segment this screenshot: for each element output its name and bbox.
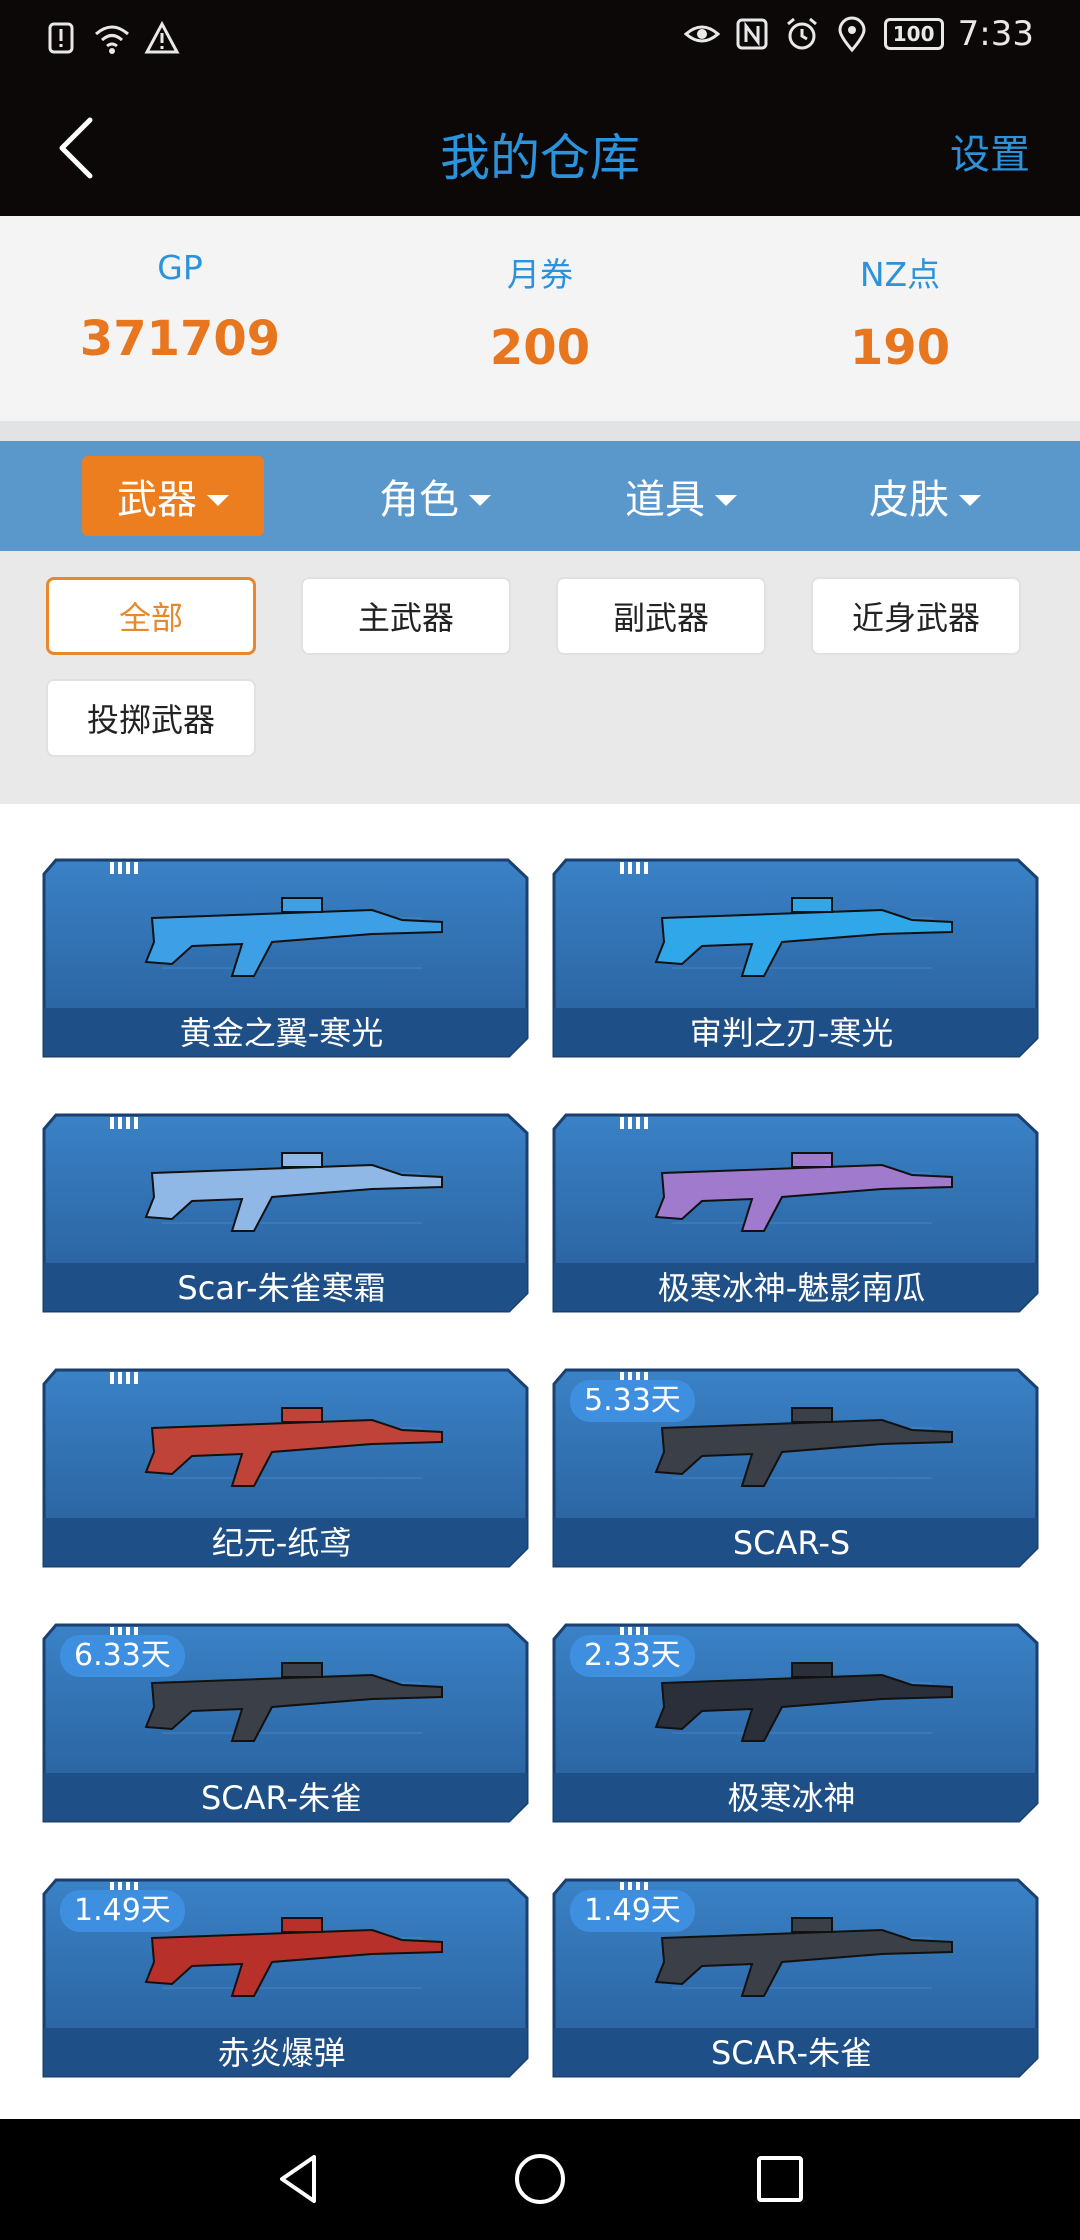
battery-icon: 100 xyxy=(883,18,944,50)
caret-down-icon xyxy=(959,494,981,506)
weapon-image xyxy=(144,1407,443,1487)
item-card[interactable]: 2.33天极寒冰神 xyxy=(552,1623,1039,1823)
stat-label: NZ点 xyxy=(859,255,941,294)
item-name: 黄金之翼-寒光 xyxy=(179,1014,384,1052)
status-left-icons xyxy=(44,18,180,58)
tab-label: 皮肤 xyxy=(869,477,949,523)
status-bar: 100 7:33 xyxy=(0,0,1080,80)
stat-nz-points: NZ点 190 xyxy=(720,216,1080,421)
item-grid: 黄金之翼-寒光 审判之刃-寒光 Scar-朱雀寒霜 极寒冰神-魅影南瓜纪元-纸鸢 5.3… xyxy=(0,804,1080,2119)
stat-label: 月券 xyxy=(507,255,573,294)
warning-icon xyxy=(144,20,180,54)
home-circle-icon[interactable] xyxy=(508,2147,572,2211)
alarm-icon xyxy=(786,17,817,50)
filter-primary[interactable]: 主武器 xyxy=(301,577,511,655)
page-title: 我的仓库 xyxy=(440,129,640,187)
stat-gp: GP 371709 xyxy=(0,216,360,421)
tab-label: 角色 xyxy=(379,477,459,523)
item-name: 赤炎爆弹 xyxy=(217,2034,346,2072)
caret-down-icon xyxy=(715,494,737,506)
currency-stats: GP 371709 月券 200 NZ点 190 xyxy=(0,216,1080,421)
recents-square-icon[interactable] xyxy=(748,2147,812,2211)
weapon-filters: 全部 主武器 副武器 近身武器 投掷武器 xyxy=(0,551,1080,804)
item-card[interactable]: 纪元-纸鸢 xyxy=(42,1368,529,1568)
caret-down-icon xyxy=(469,494,491,506)
tab-label: 武器 xyxy=(117,477,197,523)
nfc-icon xyxy=(736,18,768,50)
weapon-image xyxy=(654,897,953,977)
item-name: 纪元-纸鸢 xyxy=(211,1524,352,1562)
stat-value: 190 xyxy=(849,320,951,376)
category-tabs: 武器 角色 道具 皮肤 xyxy=(0,441,1080,551)
duration-badge: 6.33天 xyxy=(60,1635,185,1677)
tab-items[interactable]: 道具 xyxy=(590,456,772,536)
item-card[interactable]: Scar-朱雀寒霜 xyxy=(42,1113,529,1313)
tab-characters[interactable]: 角色 xyxy=(344,456,526,536)
item-card[interactable]: 5.33天 SCAR-S xyxy=(552,1368,1039,1568)
tab-skins[interactable]: 皮肤 xyxy=(834,456,1016,536)
divider xyxy=(0,421,1080,441)
item-card[interactable]: 1.49天赤炎爆弹 xyxy=(42,1878,529,2078)
item-name: 极寒冰神-魅影南瓜 xyxy=(657,1269,926,1307)
stat-value: 200 xyxy=(489,320,591,376)
item-name: 审判之刃-寒光 xyxy=(689,1014,894,1052)
filter-secondary[interactable]: 副武器 xyxy=(556,577,766,655)
filter-all[interactable]: 全部 xyxy=(46,577,256,655)
duration-badge: 1.49天 xyxy=(60,1890,185,1932)
status-time: 7:33 xyxy=(957,14,1034,54)
duration-badge: 1.49天 xyxy=(570,1890,695,1932)
weapon-image xyxy=(144,1152,443,1232)
tab-label: 道具 xyxy=(625,477,705,523)
item-card[interactable]: 极寒冰神-魅影南瓜 xyxy=(552,1113,1039,1313)
item-card[interactable]: 审判之刃-寒光 xyxy=(552,858,1039,1058)
back-triangle-icon[interactable] xyxy=(268,2147,332,2211)
stat-label: GP xyxy=(157,248,203,287)
item-name: SCAR-朱雀 xyxy=(200,1779,363,1817)
item-card[interactable]: 黄金之翼-寒光 xyxy=(42,858,529,1058)
item-name: Scar-朱雀寒霜 xyxy=(177,1269,386,1307)
eye-icon xyxy=(683,25,720,43)
weapon-image xyxy=(654,1152,953,1232)
wifi-icon xyxy=(95,25,129,54)
item-name: SCAR-朱雀 xyxy=(710,2034,873,2072)
duration-badge: 2.33天 xyxy=(570,1635,695,1677)
weapon-image xyxy=(144,897,443,977)
app-header: 我的仓库 设置 xyxy=(0,80,1080,216)
item-card[interactable]: 6.33天 SCAR-朱雀 xyxy=(42,1623,529,1823)
caret-down-icon xyxy=(207,494,229,506)
status-right-icons: 100 7:33 xyxy=(683,14,1034,54)
alert-icon xyxy=(48,22,74,54)
item-card[interactable]: 1.49天 SCAR-朱雀 xyxy=(552,1878,1039,2078)
stat-monthly-coupon: 月券 200 xyxy=(360,216,720,421)
item-name: 极寒冰神 xyxy=(727,1779,856,1817)
item-name: SCAR-S xyxy=(732,1524,851,1562)
system-nav-bar xyxy=(0,2119,1080,2240)
filter-throwable[interactable]: 投掷武器 xyxy=(46,679,256,757)
stat-value: 371709 xyxy=(79,311,281,367)
filter-melee[interactable]: 近身武器 xyxy=(811,577,1021,655)
location-icon xyxy=(838,16,866,53)
tab-weapons[interactable]: 武器 xyxy=(82,456,264,536)
settings-link[interactable]: 设置 xyxy=(950,122,1030,180)
duration-badge: 5.33天 xyxy=(570,1380,695,1422)
